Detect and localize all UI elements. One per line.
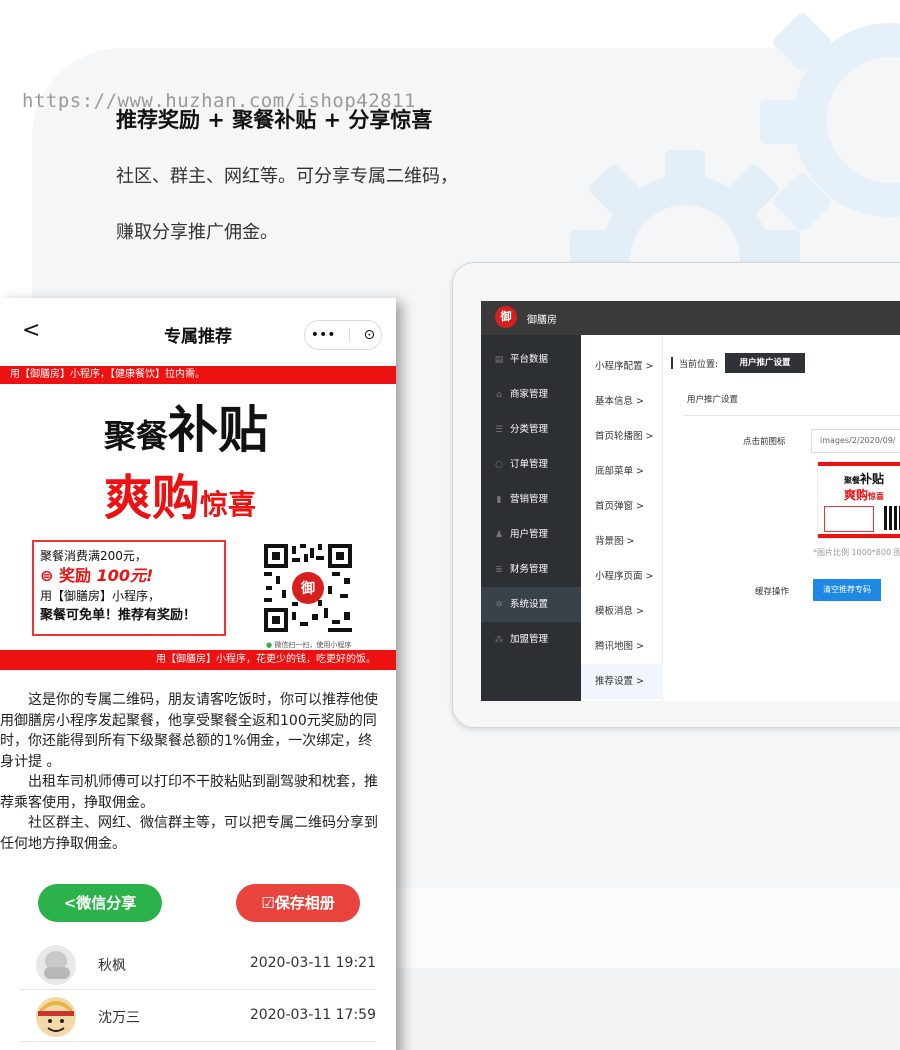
poster-title-line-2: 爽购惊喜: [104, 458, 256, 528]
sidebar-item-finance[interactable]: ≣ 财务管理: [481, 552, 581, 587]
sidebar-item-marketing[interactable]: ▮ 营销管理: [481, 482, 581, 517]
submenu-item[interactable]: 腾讯地图 >: [581, 629, 663, 664]
admin-sidebar: ▤ 平台数据 ⌂ 商家管理 ☰ 分类管理 ○ 订单管理 ▮ 营销管理 ♟ 用户管…: [481, 335, 581, 701]
avatar: [36, 997, 76, 1037]
promo-line-1: 聚餐消费满200元，: [40, 549, 147, 563]
promo-line-4: 聚餐可免单！推荐有奖励！: [40, 608, 197, 623]
list-item[interactable]: 秋枫 2020-03-11 19:21: [20, 940, 376, 990]
phone-nav-bar: < 专属推荐 ••• | ⊙: [0, 298, 396, 364]
tablet-frame: 御 御膳房 ▤ 平台数据 ⌂ 商家管理 ☰ 分类管理 ○ 订单管理 ▮ 营销管理…: [452, 262, 900, 728]
paragraph-1: 这是你的专属二维码，朋友请客吃饭时，你可以推荐他使用御膳房小程序发起聚餐，他享受…: [0, 692, 378, 770]
qr-caption: ● 微信扫一扫，使用小程序: [266, 641, 352, 649]
submenu-item[interactable]: 模板消息 >: [581, 594, 663, 629]
brand-logo: 御: [495, 306, 517, 328]
image-ratio-note: *图片比例 1000*800 图: [813, 548, 900, 557]
sidebar-item-merchants[interactable]: ⌂ 商家管理: [481, 377, 581, 412]
submenu-item[interactable]: 首页轮播图 >: [581, 419, 663, 454]
submenu-item[interactable]: 背景图 >: [581, 524, 663, 559]
description-line-2: 赚取分享推广佣金。: [116, 222, 278, 243]
sidebar-item-categories[interactable]: ☰ 分类管理: [481, 412, 581, 447]
submenu-item[interactable]: 小程序页面 >: [581, 559, 663, 594]
sidebar-item-settings[interactable]: ✲ 系统设置: [481, 587, 581, 622]
sidebar-item-users[interactable]: ♟ 用户管理: [481, 517, 581, 552]
submenu-item[interactable]: 小程序配置 >: [581, 349, 663, 384]
gear-icon: ✲: [495, 600, 503, 610]
submenu-item[interactable]: 首页弹窗 >: [581, 489, 663, 524]
category-icon: ☰: [494, 425, 504, 435]
submenu-item[interactable]: 底部菜单 >: [581, 454, 663, 489]
sidebar-item-franchise[interactable]: ⁂ 加盟管理: [481, 622, 581, 657]
admin-main: 当前位置: 用户推广设置 用户推广设置 点击前图标 images/2/2020/…: [663, 335, 900, 701]
capsule-divider: |: [347, 327, 352, 343]
admin-header: 御 御膳房: [481, 301, 900, 335]
qr-code: 御: [262, 542, 354, 634]
qr-logo-text: 御: [300, 580, 315, 597]
page: https://www.huzhan.com/ishop42811 推荐奖励 +…: [0, 0, 900, 1050]
user-name: 沈万三: [98, 1010, 140, 1026]
poster-title-1-small: 聚餐: [104, 417, 169, 455]
order-icon: ○: [495, 460, 503, 470]
brand-name: 御膳房: [527, 315, 557, 326]
breadcrumb-marker: [671, 357, 673, 369]
finance-icon: ≣: [495, 565, 503, 575]
phone-screen: < 专属推荐 ••• | ⊙ 用【御膳房】小程序，【健康餐饮】拉内需。 聚餐补贴…: [0, 298, 396, 1050]
user-icon: ♟: [494, 530, 504, 540]
field-label: 点击前图标: [743, 437, 786, 447]
user-time: 2020-03-11 17:59: [249, 1007, 376, 1023]
poster-thumbnail: 聚餐补贴 爽购惊喜: [817, 461, 900, 539]
divider: [683, 415, 900, 416]
poster-bottom-strip: 用【御膳房】小程序，花更少的钱，吃更好的饭。: [0, 650, 396, 670]
headline: 推荐奖励 + 聚餐补贴 + 分享惊喜: [116, 108, 433, 132]
paragraph-3: 社区群主、网红、微信群主等，可以把专属二维码分享到任何地方挣取佣金。: [0, 815, 378, 852]
section-title: 用户推广设置: [687, 395, 739, 405]
marketing-icon: ▮: [496, 495, 502, 505]
avatar: [36, 945, 76, 985]
admin-screen: 御 御膳房 ▤ 平台数据 ⌂ 商家管理 ☰ 分类管理 ○ 订单管理 ▮ 营销管理…: [481, 301, 900, 701]
poster-title-1-accent: 补贴: [168, 401, 269, 459]
gear-icon: [760, 13, 900, 231]
description-line-1: 社区、群主、网红等。可分享专属二维码，: [116, 166, 458, 187]
poster-top-strip: 用【御膳房】小程序，【健康餐饮】拉内需。: [0, 366, 396, 384]
store-icon: ⌂: [496, 390, 502, 400]
save-album-button[interactable]: ☑保存相册: [236, 884, 360, 922]
submenu-item[interactable]: 基本信息 >: [581, 384, 663, 419]
dashboard-icon: ▤: [494, 355, 504, 365]
poster-title-2-small: 惊喜: [200, 488, 257, 521]
sidebar-item-platform-data[interactable]: ▤ 平台数据: [481, 342, 581, 377]
breadcrumb-label: 当前位置:: [679, 360, 719, 370]
promo-line-2: ⊜ 奖励 100元!: [40, 566, 154, 585]
user-time: 2020-03-11 19:21: [249, 955, 376, 971]
poster-title-2-big: 爽购: [104, 470, 201, 526]
breadcrumb: 用户推广设置: [725, 353, 805, 373]
wechat-icon: ●: [266, 641, 273, 649]
submenu-item-recommend[interactable]: 推荐设置 >: [581, 664, 663, 699]
sidebar-item-orders[interactable]: ○ 订单管理: [481, 447, 581, 482]
promo-box: 聚餐消费满200元， ⊜ 奖励 100元! 用【御膳房】小程序， 聚餐可免单！推…: [32, 540, 226, 636]
promo-poster: 用【御膳房】小程序，【健康餐饮】拉内需。 聚餐补贴 爽购惊喜 聚餐消费满200元…: [0, 366, 396, 666]
image-path-input[interactable]: images/2/2020/09/: [811, 429, 900, 453]
poster-title-line-1: 聚餐补贴: [104, 390, 268, 462]
user-name: 秋枫: [98, 958, 126, 974]
more-icon[interactable]: •••: [311, 327, 336, 343]
paragraph-2: 出租车司机师傅可以打印不干胶粘贴到副驾驶和枕套，推荐乘客使用，挣取佣金。: [0, 774, 378, 811]
clear-cache-button[interactable]: 清空推荐专码: [813, 579, 881, 601]
reward-icon: ⊜: [40, 566, 59, 585]
cache-label: 缓存操作: [755, 587, 790, 597]
wechat-share-button[interactable]: <微信分享: [38, 884, 162, 922]
close-icon[interactable]: ⊙: [363, 327, 375, 343]
settings-submenu: 小程序配置 > 基本信息 > 首页轮播图 > 底部菜单 > 首页弹窗 > 背景图…: [581, 335, 663, 701]
promo-line-3: 用【御膳房】小程序，: [40, 589, 161, 603]
list-item[interactable]: 沈万三 2020-03-11 17:59: [20, 992, 376, 1042]
franchise-icon: ⁂: [494, 635, 504, 645]
qr-code: [884, 506, 900, 530]
mini-program-capsule: ••• | ⊙: [304, 320, 382, 350]
description-text: 这是你的专属二维码，朋友请客吃饭时，你可以推荐他使用御膳房小程序发起聚餐，他享受…: [0, 690, 386, 854]
